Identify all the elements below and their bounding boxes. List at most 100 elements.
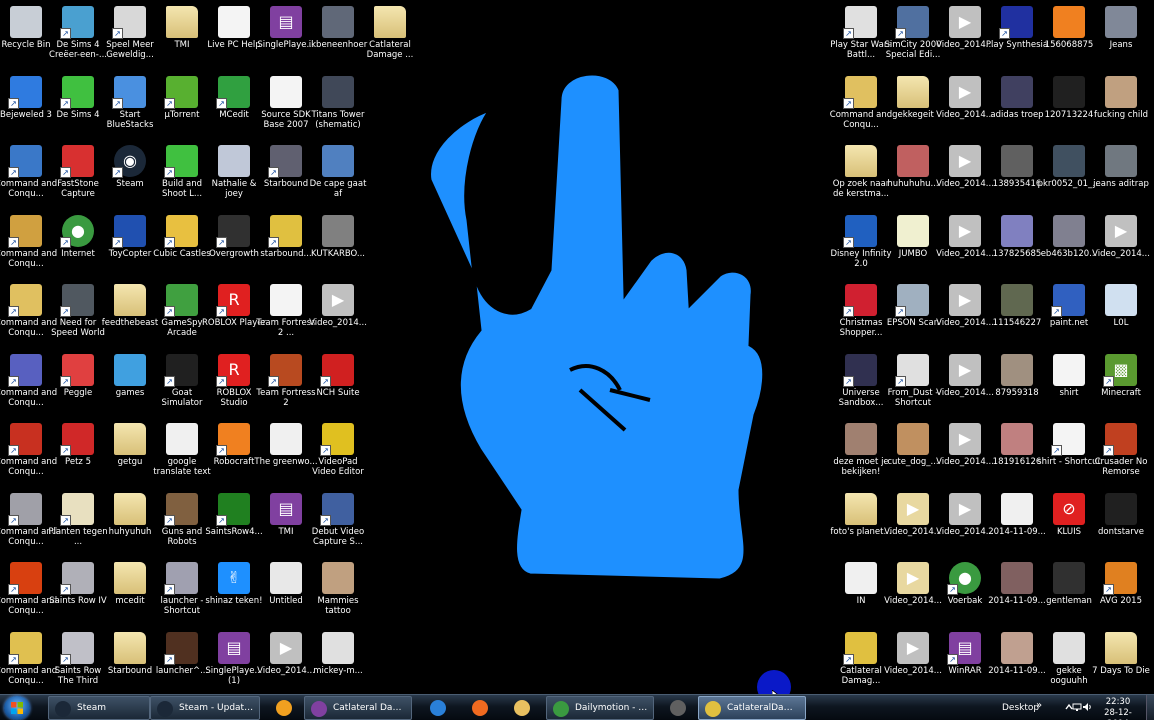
taskbar-button[interactable]: Steam (48, 696, 150, 720)
desktop-icon[interactable]: ↗ SimCity 2000 Special Edi... (884, 4, 942, 70)
desktop-icon[interactable]: ▶ Video_2014... (936, 74, 994, 140)
taskbar-button[interactable] (264, 696, 300, 720)
desktop-icon[interactable]: foto's planet... (830, 491, 892, 557)
desktop-icon[interactable]: TMI (156, 4, 208, 70)
system-clock[interactable]: 22:30 28-12-2014 (1094, 697, 1142, 720)
desktop-icon[interactable]: ↗ Universe Sandbox... (835, 352, 887, 418)
desktop-icon[interactable]: ↗ Starbound (260, 143, 312, 209)
desktop-icon[interactable]: feedthebeast (102, 282, 158, 348)
desktop-icon[interactable]: ▶ Video_2014... (309, 282, 367, 348)
desktop-icon[interactable]: The greenwo... (254, 421, 318, 487)
desktop-icon[interactable]: pkr0052_01_... (1038, 143, 1100, 209)
desktop-icon[interactable]: 156068875 (1043, 4, 1095, 70)
desktop-icon[interactable]: R ↗ ROBLOX Player (202, 282, 266, 348)
taskbar-button[interactable]: Steam - Updateni... (150, 696, 260, 720)
desktop-icon[interactable]: ✌ shinaz teken! (205, 560, 263, 626)
desktop-icon[interactable]: ▶ Video_2014... (884, 491, 942, 557)
desktop-icon[interactable]: 120713224 (1043, 74, 1095, 140)
desktop-icon[interactable]: ↗ GameSpy Arcade (156, 282, 208, 348)
desktop-icon[interactable]: ↗ Team Fortress 2 (256, 352, 316, 418)
desktop-icon[interactable]: mcedit (104, 560, 156, 626)
desktop-icon[interactable]: ↗ Speel Meer Geweldig... (104, 4, 156, 70)
desktop-icon[interactable]: JUMBO (887, 213, 939, 279)
desktop-icon[interactable]: ↗ From_Dust - Shortcut (887, 352, 939, 418)
desktop-icon[interactable]: ↗ Start BlueStacks (104, 74, 156, 140)
desktop-icon[interactable]: ↗ Command and Conqu... (0, 213, 57, 279)
desktop-icon[interactable]: IN (835, 560, 887, 626)
desktop-icon[interactable]: ↗ Command and Conqu... (0, 560, 57, 626)
desktop-icon[interactable]: ↗ Bejeweled 3 (0, 74, 52, 140)
desktop-icon[interactable]: Op zoek naar de kerstma... (833, 143, 889, 209)
desktop-icon[interactable]: shirt (1043, 352, 1095, 418)
desktop-icon[interactable]: ▤ SinglePlaye... (1) (205, 630, 263, 695)
desktop-icon[interactable]: ◉ ↗ Steam (104, 143, 156, 209)
desktop-icon[interactable]: ▶ Video_2014... (884, 560, 942, 626)
desktop-icon[interactable]: ↗ µTorrent (156, 74, 208, 140)
desktop-icon[interactable]: eb463b120... (1041, 213, 1097, 279)
desktop-icon[interactable]: ▶ Video_2014... (936, 4, 994, 70)
start-button[interactable] (4, 696, 30, 720)
desktop-icon[interactable]: ↗ AVG 2015 (1095, 560, 1147, 626)
taskbar-button[interactable] (502, 696, 538, 720)
desktop-icon[interactable]: ↗ Play Star Wars Battl... (830, 4, 892, 70)
desktop-icon[interactable]: Starbound (104, 630, 156, 695)
taskbar-button[interactable] (418, 696, 454, 720)
show-desktop-button[interactable] (1146, 695, 1154, 720)
desktop-icon[interactable]: ▶ Video_2014... (1092, 213, 1150, 279)
desktop-icon[interactable]: ↗ NCH Suite (312, 352, 364, 418)
taskbar-button[interactable]: Dailymotion - Een... (546, 696, 654, 720)
desktop-icon[interactable]: ↗ SaintsRow4... (205, 491, 263, 557)
desktop-icon[interactable]: ↗ Overgrowth (208, 213, 260, 279)
desktop-icon[interactable]: Titans Tower (shematic) (312, 74, 364, 140)
desktop-icon[interactable]: ↗ MCedit (208, 74, 260, 140)
desktop-icon[interactable]: 87959318 (991, 352, 1043, 418)
desktop-icon[interactable]: ▤ ↗ WinRAR (939, 630, 991, 695)
desktop-icon[interactable]: ▶ Video_2014... (936, 421, 994, 487)
desktop-icon[interactable]: ▤ SinglePlaye... (257, 4, 315, 70)
network-icon[interactable] (1072, 702, 1082, 712)
desktop-icon[interactable]: ↗ Command and Conqu... (0, 491, 57, 557)
desktop-icon[interactable]: Catlateral Damage ... (364, 4, 416, 70)
desktop-icon[interactable]: Untitled (260, 560, 312, 626)
desktop-icon[interactable]: ▶ Video_2014... (936, 213, 994, 279)
desktop-icon[interactable]: fucking child (1094, 74, 1148, 140)
desktop-icon[interactable]: gekkegeit (887, 74, 939, 140)
desktop-icon[interactable]: ↗ De Sims 4 Creëer-een-... (49, 4, 107, 70)
desktop-icon[interactable]: Nathalie & joey (208, 143, 260, 209)
desktop-icon[interactable]: 2014-11-09... (988, 560, 1046, 626)
desktop-icon[interactable]: ↗ launcher^... (156, 630, 208, 695)
desktop-icon[interactable]: ↗ Command and Conqu... (0, 282, 57, 348)
desktop-icon[interactable]: 111546227 (991, 282, 1043, 348)
desktop-icon[interactable]: games (104, 352, 156, 418)
desktop-icon[interactable]: ↗ paint.net (1043, 282, 1095, 348)
desktop-icon[interactable]: ↗ EPSON Scan (887, 282, 939, 348)
taskbar-button[interactable] (460, 696, 496, 720)
desktop-icon[interactable]: ▶ Video_2014... (936, 491, 994, 557)
desktop-icon[interactable]: ↗ Goat Simulator (156, 352, 208, 418)
desktop-icon[interactable]: ↗ Command and Conqu... (0, 630, 57, 695)
desktop-icon[interactable]: ↗ Command and Conqu... (0, 421, 57, 487)
desktop-icon[interactable]: ↗ starbound... (260, 213, 312, 279)
desktop-icon[interactable]: 2014-11-09... (988, 630, 1046, 695)
desktop-icon[interactable]: ↗ Build and Shoot L... (156, 143, 208, 209)
desktop-icon[interactable]: 138935416 (991, 143, 1043, 209)
desktop-icon[interactable]: ↗ Catlateral Damag... (835, 630, 887, 695)
desktop-icon[interactable]: 7 Days To Die (1092, 630, 1150, 695)
desktop-icon[interactable]: ▶ Video_2014... (257, 630, 315, 695)
desktop-icon[interactable]: gekke ooguuhh (1043, 630, 1095, 695)
desktop-icon[interactable]: ↗ Saints Row The Third (52, 630, 104, 695)
desktop-icon[interactable]: ↗ Christmas Shopper... (835, 282, 887, 348)
taskbar-button[interactable]: CatlateralDamage (698, 696, 806, 720)
desktop-icon[interactable]: ↗ Command and Conqu... (0, 352, 57, 418)
desktop-icon[interactable]: huhyuhuh (104, 491, 156, 557)
desktop-icon[interactable]: Jeans (1095, 4, 1147, 70)
desktop-icon[interactable]: ↗ VideoPad Video Editor (312, 421, 364, 487)
desktop-icon[interactable]: Source SDK Base 2007 (260, 74, 312, 140)
volume-icon[interactable] (1082, 702, 1092, 712)
desktop-icon[interactable]: ↗ ToyCopter (104, 213, 156, 279)
desktop-icon[interactable]: ↗ Crusader No Remorse (1095, 421, 1147, 487)
desktop-icon[interactable]: dontstarve (1095, 491, 1147, 557)
desktop-icon[interactable]: ↗ Disney Infinity 2.0 (830, 213, 892, 279)
desktop-icon[interactable]: ↗ Saints Row IV (49, 560, 107, 626)
desktop-icon[interactable]: ▩ ↗ Minecraft (1095, 352, 1147, 418)
